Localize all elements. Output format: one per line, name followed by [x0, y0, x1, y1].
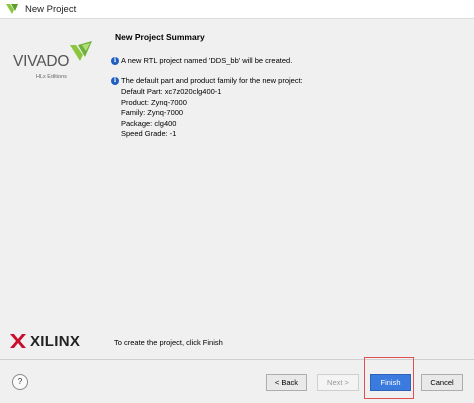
cancel-button[interactable]: Cancel	[421, 374, 463, 391]
detail-family: Family: Zynq-7000	[121, 108, 184, 118]
vivado-app-icon	[6, 4, 18, 14]
info-icon: i	[111, 57, 119, 65]
xilinx-logo: XILINX	[10, 331, 80, 351]
next-button[interactable]: Next >	[317, 374, 359, 391]
help-button[interactable]: ?	[12, 374, 28, 390]
xilinx-logo-text: XILINX	[30, 332, 81, 350]
vivado-logo: VIVADO HLx Editions	[10, 39, 100, 84]
part-intro: i The default part and product family fo…	[111, 76, 303, 87]
rtl-message-text: A new RTL project named 'DDS_bb' will be…	[121, 56, 293, 65]
detail-package: Package: clg400	[121, 118, 177, 128]
finish-instruction: To create the project, click Finish	[114, 338, 223, 347]
info-icon: i	[111, 77, 119, 85]
finish-highlight	[364, 357, 414, 399]
detail-product: Product: Zynq-7000	[121, 97, 187, 107]
window-title: New Project	[25, 3, 77, 15]
sidebar-branding: VIVADO HLx Editions XILINX	[0, 19, 104, 359]
page-title: New Project Summary	[115, 32, 205, 42]
rtl-message: i A new RTL project named 'DDS_bb' will …	[111, 56, 292, 67]
window-titlebar: New Project	[0, 0, 474, 19]
part-details: Default Part: xc7z020clg400-1 Product: Z…	[121, 87, 221, 140]
xilinx-mark-icon	[10, 334, 26, 348]
back-button[interactable]: < Back	[266, 374, 307, 391]
part-intro-text: The default part and product family for …	[121, 76, 303, 85]
summary-panel: New Project Summary i A new RTL project …	[104, 19, 474, 359]
vivado-edition-text: HLx Editions	[36, 74, 67, 80]
vivado-mark-icon	[70, 41, 92, 61]
detail-speed-grade: Speed Grade: -1	[121, 129, 177, 139]
vivado-logo-text: VIVADO	[13, 53, 70, 70]
detail-default-part: Default Part: xc7z020clg400-1	[121, 87, 222, 96]
